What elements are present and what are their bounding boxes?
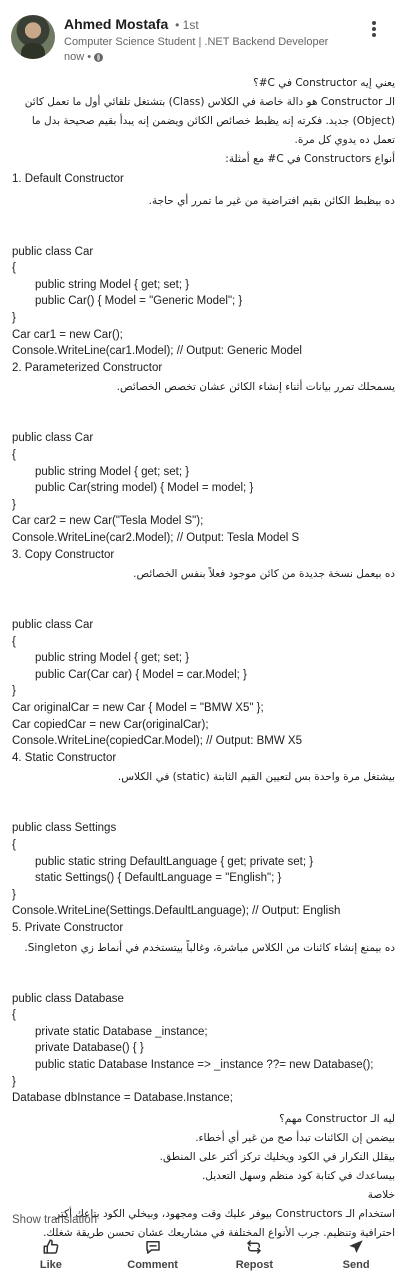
section-title: 1. Default Constructor [12,173,124,185]
send-icon [349,1240,363,1253]
code-line: static Settings() { DefaultLanguage = "E… [35,872,282,885]
show-translation-link[interactable]: Show translation [12,1214,97,1226]
why-line: بيضمن إن الكائنات تبدأ صح من غير أي أخطا… [195,1131,395,1144]
section-desc: يسمحلك تمرر بيانات أثناء إنشاء الكائن عش… [116,381,395,394]
section-title: 4. Static Constructor [12,751,117,764]
section-desc: ده بيعمل نسخة جديدة من كائن موجود فعلاً … [133,568,395,581]
code-line: Car originalCar = new Car { Model = "BMW… [12,702,264,715]
why-title: ليه الـ Constructor مهم؟ [279,1112,395,1125]
code-line: } [12,311,16,324]
why-line: بيقلل التكرار في الكود ويخليك تركز أكتر … [159,1150,395,1163]
section-desc: بيشتغل مرة واحدة بس لتعيين القيم الثابتة… [117,771,395,784]
intro-line: أنواع Constructors في C# مع أمثلة: [225,153,395,165]
section-title: 5. Private Constructor [12,922,124,934]
author-name[interactable]: Ahmed Mostafa [64,16,168,32]
comment-icon [145,1241,160,1254]
code-line: } [12,498,16,511]
code-line: public Car(string model) { Model = model… [35,482,254,495]
code-line: public class Car [12,245,94,258]
code-line: public class Car [12,432,94,445]
code-line: private static Database _instance; [35,1025,208,1038]
author-headline: Computer Science Student | .NET Backend … [64,36,329,48]
post-text: يعني إيه Constructor في C#؟ الـ Construc… [0,74,407,169]
code-line: public class Car [12,619,94,632]
section-desc: ده بيمنع إنشاء كائنات من الكلاس مباشرة، … [24,941,395,954]
send-button[interactable]: Send [316,1232,396,1280]
post-body: يعني إيه Constructor في C#؟ الـ Construc… [0,70,407,1243]
code-line: { [12,262,16,275]
post-header: Ahmed Mostafa • 1st Computer Science Stu… [0,0,407,70]
summary-title: خلاصة [367,1188,395,1201]
avatar[interactable] [11,15,55,59]
code-line: public static Database Instance => _inst… [35,1058,374,1071]
section-title: 2. Parameterized Constructor [12,361,163,374]
section-desc: ده بيظبط الكائن بقيم افتراضية من غير ما … [148,194,395,207]
globe-icon [94,52,104,62]
code-line: public class Database [12,992,124,1005]
post-time: now • [64,51,92,63]
code-line: Console.WriteLine(copiedCar.Model); // O… [12,735,302,748]
code-line: public Car() { Model = "Generic Model"; … [35,295,243,308]
code-line: Car car1 = new Car(); [12,328,123,341]
code-line: } [12,685,16,698]
code-block: public class Settings { public static st… [0,820,407,920]
thumbs-up-icon [43,1239,59,1254]
intro-line: تعمل ده يدوي كل مرة. [294,134,395,146]
code-block: public class Database { private static D… [0,991,407,1107]
code-line: private Database() { } [35,1042,144,1055]
action-bar: Like Comment Repost Send [0,1232,407,1280]
repost-label: Repost [235,1259,274,1271]
code-block: public class Car { public string Model {… [0,617,407,750]
code-line: Console.WriteLine(car1.Model); // Output… [12,345,302,358]
connection-degree: • 1st [175,18,199,32]
code-line: public string Model { get; set; } [35,465,190,478]
repost-button[interactable]: Repost [214,1232,294,1280]
code-line: Car copiedCar = new Car(originalCar); [12,718,209,731]
code-line: { [12,635,16,648]
code-line: public string Model { get; set; } [35,278,190,291]
author-row: Ahmed Mostafa • 1st [64,16,199,32]
code-line: } [12,1075,16,1088]
more-icon[interactable] [368,20,380,40]
code-line: { [12,1009,16,1022]
code-line: { [12,839,16,852]
code-block: public class Car { public string Model {… [0,244,407,360]
comment-label: Comment [127,1259,178,1271]
like-label: Like [39,1259,62,1271]
code-line: public string Model { get; set; } [35,652,190,665]
code-block: public class Car { public string Model {… [0,430,407,546]
intro-line: (Object) جديد. فكرته إنه يظبط خصائص الكا… [31,115,395,127]
code-line: Console.WriteLine(car2.Model); // Output… [12,531,300,544]
code-line: Database dbInstance = Database.Instance; [12,1092,233,1105]
like-button[interactable]: Like [11,1232,91,1280]
code-line: { [12,448,16,461]
code-line: public Car(Car car) { Model = car.Model;… [35,668,247,681]
intro-line: يعني إيه Constructor في C#؟ [253,77,395,89]
comment-button[interactable]: Comment [113,1232,193,1280]
section-title: 3. Copy Constructor [12,548,115,561]
code-line: public static string DefaultLanguage { g… [35,855,314,868]
send-label: Send [342,1259,370,1271]
why-line: بيساعدك في كتابة كود منظم وسهل التعديل. [201,1169,395,1182]
intro-line: الـ Constructor هو دالة خاصة في الكلاس (… [24,96,395,108]
code-line: } [12,888,16,901]
repost-icon [247,1240,262,1254]
code-line: public class Settings [12,822,117,835]
code-line: Console.WriteLine(Settings.DefaultLangua… [12,905,341,918]
post-time-row: now • [64,51,104,63]
code-line: Car car2 = new Car("Tesla Model S"); [12,515,204,528]
